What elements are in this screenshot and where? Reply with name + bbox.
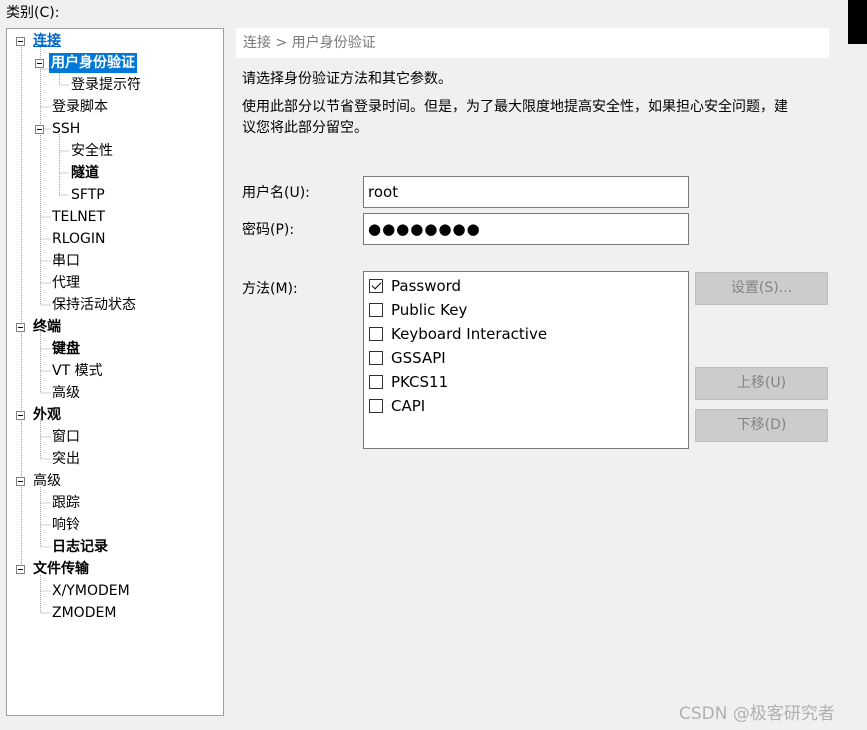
method-label-gssapi: GSSAPI (391, 349, 446, 367)
username-label: 用户名(U): (242, 185, 310, 201)
method-list[interactable]: Password Public Key Keyboard Interactive… (363, 271, 689, 449)
page-breadcrumb: 连接 > 用户身份验证 (236, 28, 829, 58)
tree-item-login-script[interactable]: 登录脚本 (50, 97, 110, 117)
description-line-1: 请选择身份验证方法和其它参数。 (242, 71, 452, 87)
collapse-icon[interactable] (16, 411, 25, 420)
watermark: CSDN @极客研究者 (679, 704, 835, 724)
tree-item-xymodem[interactable]: X/YMODEM (50, 581, 132, 601)
tree-item-login-prompt[interactable]: 登录提示符 (69, 75, 143, 95)
tree-item-trace[interactable]: 跟踪 (50, 493, 82, 513)
collapse-icon[interactable] (35, 125, 44, 134)
description-line-2: 使用此部分以节省登录时间。但是，为了最大限度地提高安全性，如果担心安全问题，建 (242, 99, 788, 115)
collapse-icon[interactable] (16, 477, 25, 486)
method-label-public-key: Public Key (391, 301, 468, 319)
method-label-password: Password (391, 277, 462, 295)
tree-item-window[interactable]: 窗口 (50, 427, 82, 447)
tree-item-proxy[interactable]: 代理 (50, 273, 82, 293)
tree-item-security[interactable]: 安全性 (69, 141, 115, 161)
tree-item-bell[interactable]: 响铃 (50, 515, 82, 535)
tree-item-highlight[interactable]: 突出 (50, 449, 82, 469)
collapse-icon[interactable] (35, 59, 44, 68)
tree-item-ssh[interactable]: SSH (50, 119, 82, 139)
category-label: 类别(C): (6, 5, 60, 21)
move-up-button[interactable]: 上移(U) (695, 367, 828, 400)
checkbox-icon[interactable] (369, 399, 383, 413)
tree-item-zmodem[interactable]: ZMODEM (50, 603, 118, 623)
tree-item-telnet[interactable]: TELNET (50, 207, 107, 227)
tree-item-keyboard[interactable]: 键盘 (50, 339, 82, 359)
description-line-3: 议您将此部分留空。 (242, 120, 368, 136)
username-field[interactable]: root (363, 176, 689, 208)
checkbox-icon[interactable] (369, 375, 383, 389)
settings-button[interactable]: 设置(S)... (695, 272, 828, 305)
tree-item-logging[interactable]: 日志记录 (50, 537, 110, 557)
method-label-capi: CAPI (391, 397, 426, 415)
tree-item-keepalive[interactable]: 保持活动状态 (50, 295, 138, 315)
tree-item-tunnel[interactable]: 隧道 (69, 163, 101, 183)
checkbox-checked-icon[interactable] (369, 279, 383, 293)
tree-item-file-transfer[interactable]: 文件传输 (31, 559, 91, 579)
category-tree[interactable]: 连接 用户身份验证 登录提示符 登录脚本 SSH 安全性 隧道 SFTP TEL… (6, 28, 224, 716)
tree-item-vt-mode[interactable]: VT 模式 (50, 361, 105, 381)
password-label: 密码(P): (242, 222, 295, 238)
tree-item-appearance[interactable]: 外观 (31, 405, 63, 425)
method-label-pkcs11: PKCS11 (391, 373, 449, 391)
tree-item-terminal[interactable]: 终端 (31, 317, 63, 337)
tree-item-auth[interactable]: 用户身份验证 (49, 53, 137, 73)
password-field[interactable]: ●●●●●●●● (363, 213, 689, 245)
collapse-icon[interactable] (16, 323, 25, 332)
collapse-icon[interactable] (16, 565, 25, 574)
window-edge (848, 0, 867, 44)
collapse-icon[interactable] (16, 37, 25, 46)
tree-item-rlogin[interactable]: RLOGIN (50, 229, 108, 249)
tree-item-sftp[interactable]: SFTP (69, 185, 107, 205)
checkbox-icon[interactable] (369, 303, 383, 317)
tree-item-connection[interactable]: 连接 (31, 31, 63, 51)
checkbox-icon[interactable] (369, 351, 383, 365)
tree-item-terminal-advanced[interactable]: 高级 (50, 383, 82, 403)
method-label: 方法(M): (242, 281, 298, 297)
tree-item-serial[interactable]: 串口 (50, 251, 82, 271)
tree-item-advanced[interactable]: 高级 (31, 471, 63, 491)
method-label-keyboard-interactive: Keyboard Interactive (391, 325, 548, 343)
checkbox-icon[interactable] (369, 327, 383, 341)
move-down-button[interactable]: 下移(D) (695, 409, 828, 442)
